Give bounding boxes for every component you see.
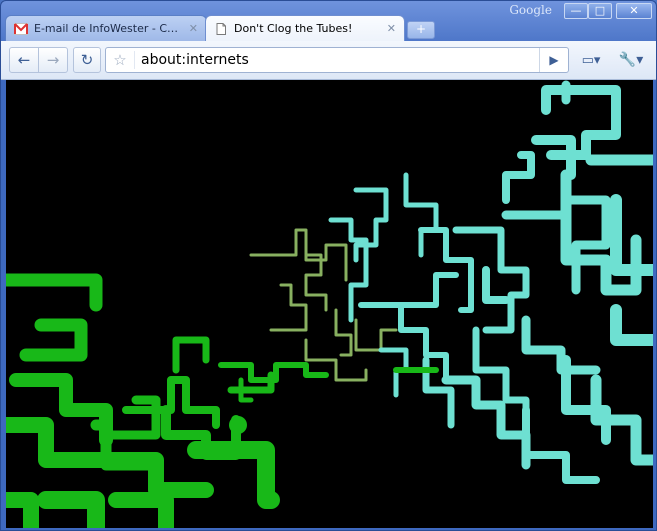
- forward-button[interactable]: →: [38, 47, 68, 73]
- toolbar: ← → ↻ ☆ about:internets ▶ ▭▾ 🔧▾: [1, 41, 656, 80]
- pipes-scene: [6, 80, 653, 528]
- tab-gmail[interactable]: E-mail de InfoWester - Cai... ✕: [5, 15, 207, 41]
- go-button[interactable]: ▶: [539, 48, 568, 72]
- wrench-icon: 🔧▾: [618, 52, 644, 68]
- green-pipe-joint: [229, 416, 247, 434]
- play-arrow-icon: ▶: [549, 53, 559, 67]
- page-menu-button[interactable]: ▭▾: [575, 49, 607, 71]
- back-arrow-icon: ←: [17, 51, 31, 69]
- close-window-button[interactable]: ✕: [616, 3, 652, 19]
- forward-arrow-icon: →: [46, 51, 60, 69]
- pipes-canvas: [6, 80, 653, 528]
- page-icon: [216, 22, 226, 35]
- tab-dont-clog-the-tubes[interactable]: Don't Clog the Tubes! ✕: [205, 15, 405, 41]
- google-brand: Google: [509, 3, 552, 17]
- url-input[interactable]: about:internets: [135, 52, 539, 68]
- tools-menu-button[interactable]: 🔧▾: [613, 49, 649, 71]
- omnibox[interactable]: ☆ about:internets ▶: [105, 47, 569, 73]
- reload-button[interactable]: ↻: [73, 47, 101, 73]
- page-icon: ▭▾: [581, 52, 601, 68]
- gmail-icon: [14, 22, 28, 35]
- maximize-button[interactable]: □: [588, 3, 612, 19]
- tab-title: Don't Clog the Tubes!: [234, 22, 353, 35]
- back-button[interactable]: ←: [9, 47, 39, 73]
- tab-close-icon[interactable]: ✕: [387, 22, 396, 35]
- tab-close-icon[interactable]: ✕: [189, 22, 198, 35]
- new-tab-button[interactable]: +: [407, 21, 435, 39]
- minimize-button[interactable]: —: [564, 3, 588, 19]
- reload-icon: ↻: [80, 51, 94, 69]
- title-bar: Google — □ ✕ E-mail de InfoWester - Cai.…: [1, 1, 656, 41]
- browser-window: Google — □ ✕ E-mail de InfoWester - Cai.…: [0, 0, 657, 531]
- bookmark-star-icon[interactable]: ☆: [106, 51, 135, 69]
- tab-title: E-mail de InfoWester - Cai...: [34, 22, 183, 35]
